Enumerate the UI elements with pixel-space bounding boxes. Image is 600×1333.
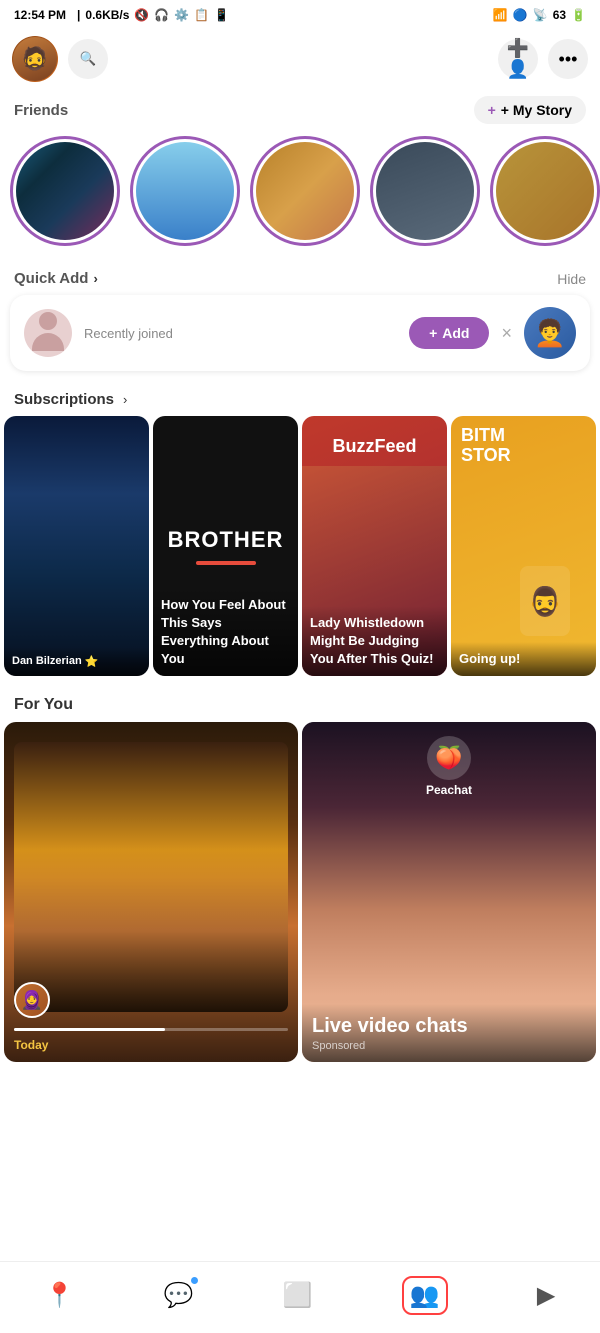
for-you-section: For You 🧕 Today <box>0 686 600 1142</box>
add-label: Add <box>442 325 469 341</box>
status-bar: 12:54 PM | 0.6KB/s 🔇 🎧 ⚙️ 📋 📱 📶 🔵 📡 63 🔋 <box>0 0 600 30</box>
search-button[interactable]: 🔍 <box>68 39 108 79</box>
user-avatar[interactable]: 🧔 <box>12 36 58 82</box>
add-friend-icon: ➕👤 <box>498 38 538 80</box>
subscriptions-grid: Dan Bilzerian ⭐ BROTHER How You Feel Abo… <box>0 416 600 676</box>
discover-icon: ▶ <box>537 1281 555 1310</box>
signal-icon: 📡 <box>533 8 548 22</box>
network-speed: | <box>77 8 80 22</box>
more-options-button[interactable]: ••• <box>548 39 588 79</box>
quick-add-chevron: › <box>93 271 97 286</box>
recently-joined-label: Recently joined <box>84 326 397 341</box>
sub-name-dan: Dan Bilzerian <box>12 655 82 668</box>
status-right: 📶 🔵 📡 63 🔋 <box>493 8 586 22</box>
network-speed-value: 0.6KB/s <box>85 8 129 22</box>
for-you-title: For You <box>14 696 73 713</box>
sub-card-3-overlay: Lady Whistledown Might Be Judging You Af… <box>302 606 447 676</box>
sub-card-1-overlay: Dan Bilzerian ⭐ <box>4 647 149 676</box>
bitmoji-stories-title: BITMSTOR <box>461 426 586 466</box>
sub-card-bitmoji[interactable]: BITMSTOR 🧔‍♂️ Going up! <box>451 416 596 676</box>
chat-notification-dot <box>191 1277 198 1284</box>
sub-card-4-overlay: Going up! <box>451 642 596 676</box>
subscriptions-section: Subscriptions › Dan Bilzerian ⭐ BROTHER <box>0 381 600 686</box>
quick-add-title: Quick Add › <box>14 270 98 287</box>
quick-add-section: Quick Add › Hide Recently joined + Add ×… <box>0 260 600 381</box>
quick-add-card: Recently joined + Add × 🧑‍🦱 <box>10 295 590 371</box>
peachat-logo: 🍑 Peachat <box>302 736 596 797</box>
fy-user-avatar-1: 🧕 <box>14 982 50 1018</box>
friends-header: Friends + + My Story <box>0 88 600 130</box>
camera-icon: ⬜ <box>283 1281 313 1310</box>
nav-item-chat[interactable]: 💬 <box>148 1277 210 1314</box>
nav-item-friends[interactable]: 👥 <box>386 1272 464 1319</box>
subscriptions-header: Subscriptions › <box>0 381 600 416</box>
story-item-3[interactable] <box>250 136 360 246</box>
friends-icon: 👥 <box>410 1282 440 1309</box>
plus-icon: + <box>488 102 496 118</box>
story-item-1[interactable] <box>10 136 120 246</box>
chat-icon: 💬 <box>164 1281 194 1310</box>
whatsapp-icon: 📱 <box>214 8 229 22</box>
status-left: 12:54 PM | 0.6KB/s 🔇 🎧 ⚙️ 📋 📱 <box>14 8 229 22</box>
wifi-icon: 📶 <box>493 8 508 22</box>
subscriptions-chevron: › <box>123 392 127 407</box>
friends-section: Friends + + My Story <box>0 88 600 260</box>
for-you-header: For You <box>0 686 600 722</box>
bitmoji-self: 🧔 <box>13 37 57 81</box>
peachat-name: Peachat <box>426 783 472 797</box>
friends-title: Friends <box>14 102 68 119</box>
close-quick-add-button[interactable]: × <box>501 323 512 344</box>
add-icon: + <box>429 325 437 341</box>
sub-caption-buzzfeed: Lady Whistledown Might Be Judging You Af… <box>310 615 434 666</box>
nav-item-discover[interactable]: ▶ <box>521 1277 571 1314</box>
sub-card-buzzfeed[interactable]: BuzzFeed Lady Whistledown Might Be Judgi… <box>302 416 447 676</box>
suggested-user-avatar: 🧑‍🦱 <box>524 307 576 359</box>
for-you-card-2[interactable]: 🍑 Peachat Live video chats Sponsored <box>302 722 596 1062</box>
buzzfeed-logo: BuzzFeed <box>312 436 437 457</box>
battery-icon: 🔋 <box>571 8 586 22</box>
stories-row <box>0 130 600 260</box>
sub-card-dan[interactable]: Dan Bilzerian ⭐ <box>4 416 149 676</box>
sub-card-2-overlay: How You Feel About This Says Everything … <box>153 588 298 676</box>
top-bar: 🧔 🔍 ➕👤 ••• <box>0 30 600 88</box>
notification-icon: 📋 <box>194 8 209 22</box>
sponsored-label: Sponsored <box>312 1040 586 1052</box>
mute-icon: 🔇 <box>134 8 149 22</box>
sub-card-brother[interactable]: BROTHER How You Feel About This Says Eve… <box>153 416 298 676</box>
hide-button[interactable]: Hide <box>557 271 586 287</box>
story-item-5[interactable] <box>490 136 600 246</box>
nav-item-map[interactable]: 📍 <box>29 1277 91 1314</box>
fy-card-2-bottom: Live video chats Sponsored <box>302 1004 596 1062</box>
story-item-2[interactable] <box>130 136 240 246</box>
nav-item-camera[interactable]: ⬜ <box>267 1277 329 1314</box>
bluetooth-icon: 🔵 <box>513 8 528 22</box>
live-video-title: Live video chats <box>312 1014 586 1038</box>
story-item-4[interactable] <box>370 136 480 246</box>
add-button[interactable]: + Add <box>409 317 489 349</box>
quick-add-header: Quick Add › Hide <box>0 260 600 295</box>
star-badge: ⭐ <box>85 655 99 668</box>
time: 12:54 PM <box>14 8 66 22</box>
headphone-icon: 🎧 <box>154 8 169 22</box>
bottom-nav: 📍 💬 ⬜ 👥 ▶ <box>0 1261 600 1333</box>
settings-icon: ⚙️ <box>174 8 189 22</box>
sub-caption-bitmoji: Going up! <box>459 651 520 666</box>
for-you-card-1[interactable]: 🧕 Today <box>4 722 298 1062</box>
subscriptions-title: Subscriptions <box>14 391 114 408</box>
search-icon: 🔍 <box>80 51 97 67</box>
my-story-button[interactable]: + + My Story <box>474 96 586 124</box>
battery-value: 63 <box>553 8 566 22</box>
today-label: Today <box>14 1038 48 1052</box>
add-friend-button[interactable]: ➕👤 <box>498 39 538 79</box>
more-icon: ••• <box>559 49 578 70</box>
sub-caption-brother: How You Feel About This Says Everything … <box>161 597 286 666</box>
user-placeholder-avatar <box>24 309 72 357</box>
friends-nav-box: 👥 <box>402 1276 448 1315</box>
for-you-grid: 🧕 Today 🍑 Peachat <box>0 722 600 1062</box>
brother-logo-text: BROTHER <box>168 527 284 553</box>
my-story-label: + My Story <box>501 102 572 118</box>
fy-card-1-bottom: Today <box>4 1022 298 1062</box>
quick-add-label: Quick Add <box>14 270 88 287</box>
map-icon: 📍 <box>45 1281 75 1310</box>
